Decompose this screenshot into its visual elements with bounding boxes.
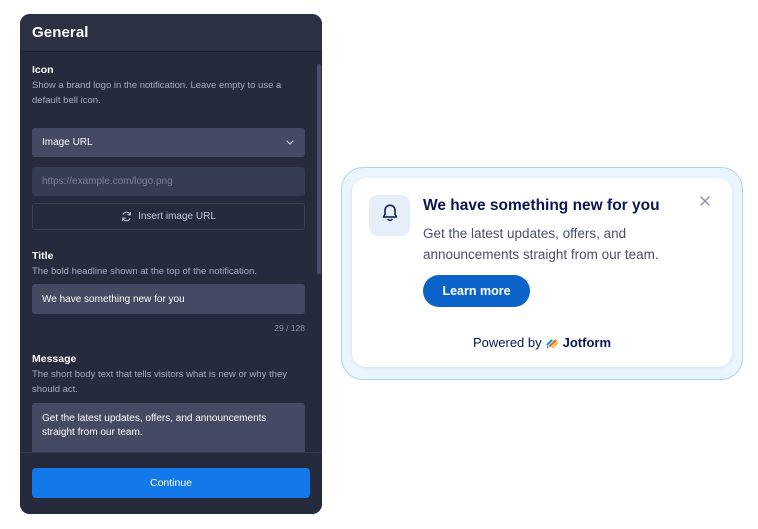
icon-source-select[interactable]: Image URL [32, 128, 305, 157]
title-input[interactable]: We have something new for you [32, 284, 305, 314]
notification-preview-card: We have something new for you Get the la… [352, 178, 732, 367]
insert-image-url-label: Insert image URL [138, 211, 216, 222]
icon-section-description: Show a brand logo in the notification. L… [32, 80, 282, 106]
message-section-label: Message [32, 353, 77, 365]
notification-message: Get the latest updates, offers, and anno… [423, 226, 659, 262]
message-section: Message The short body text that tells v… [32, 353, 305, 397]
panel-footer: Continue [20, 452, 322, 514]
message-section-description: The short body text that tells visitors … [32, 369, 288, 395]
title-section-description: The bold headline shown at the top of th… [32, 266, 257, 277]
continue-button[interactable]: Continue [32, 468, 310, 498]
notification-icon-box [369, 195, 410, 236]
close-icon[interactable] [698, 194, 712, 208]
panel-title: General [32, 24, 89, 41]
chevron-down-icon [285, 138, 295, 148]
title-input-value: We have something new for you [42, 293, 185, 305]
learn-more-button[interactable]: Learn more [423, 275, 530, 307]
insert-image-url-button[interactable]: Insert image URL [32, 203, 305, 230]
icon-section: Icon Show a brand logo in the notificati… [32, 64, 305, 108]
jotform-brand-name: Jotform [562, 335, 612, 350]
refresh-icon [121, 211, 132, 222]
panel-body[interactable]: Icon Show a brand logo in the notificati… [20, 52, 322, 452]
bell-icon [381, 203, 399, 228]
icon-source-select-value: Image URL [42, 137, 93, 148]
general-settings-panel: General Icon Show a brand logo in the no… [20, 14, 322, 514]
icon-section-label: Icon [32, 64, 54, 76]
notification-title: We have something new for you [423, 197, 660, 214]
powered-by-footer[interactable]: Powered by Jotform [352, 335, 732, 350]
title-section-label: Title [32, 250, 54, 262]
panel-header: General [20, 14, 322, 52]
message-textarea[interactable]: Get the latest updates, offers, and anno… [32, 403, 305, 452]
powered-by-label: Powered by [472, 335, 542, 350]
title-section: Title The bold headline shown at the top… [32, 250, 305, 279]
jotform-logo-icon [546, 336, 559, 349]
title-character-counter: 29 / 128 [274, 323, 305, 333]
image-url-input[interactable] [32, 167, 305, 196]
panel-scrollbar[interactable] [317, 64, 321, 274]
